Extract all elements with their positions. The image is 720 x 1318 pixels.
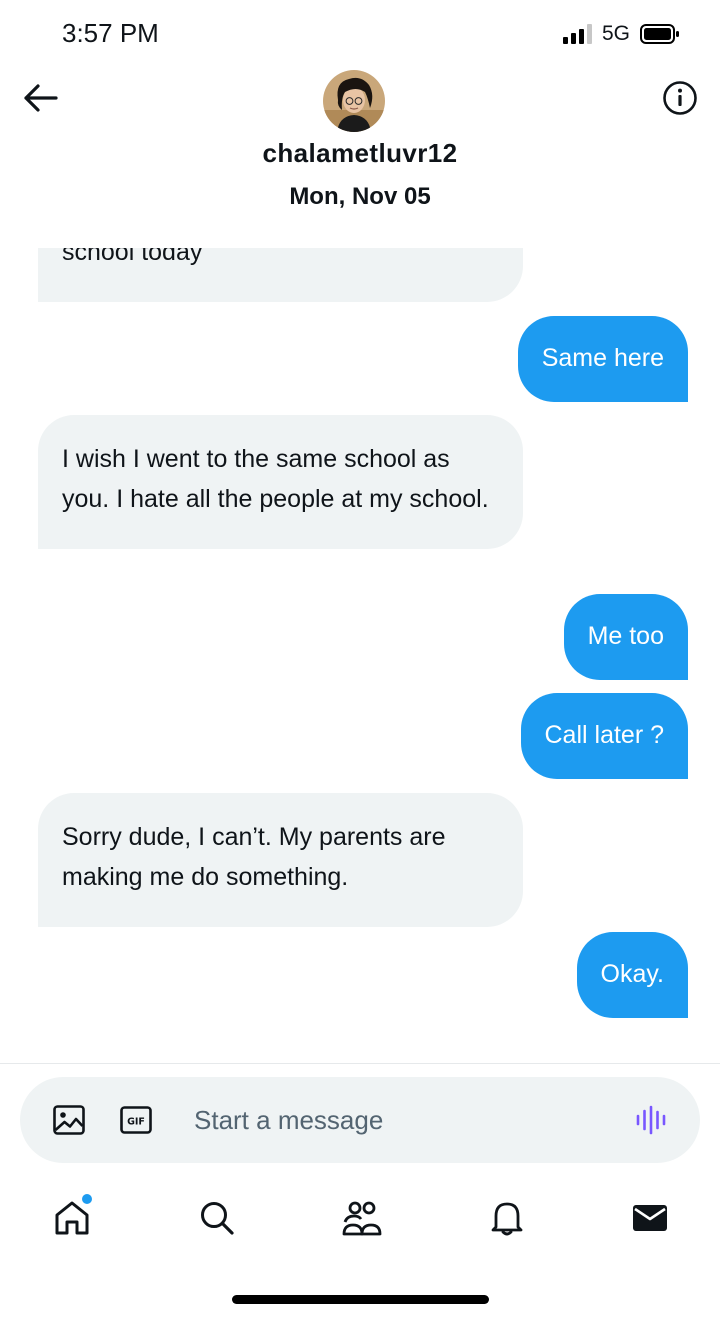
add-photo-button[interactable] [52,1103,86,1137]
conversation-info-button[interactable] [662,80,698,116]
arrow-left-icon [24,84,58,112]
profile-picture [323,70,385,132]
received-message-bubble[interactable]: I wish I went to the same school as you.… [38,415,523,549]
composer-divider [0,1063,720,1064]
message-list[interactable]: school today Same here I wish I went to … [0,248,720,1060]
status-indicators: 5G [562,22,680,46]
sent-message-bubble[interactable]: Call later ? [520,693,688,779]
notification-dot [82,1194,92,1204]
nav-search[interactable] [195,1196,239,1240]
message-text: Sorry dude, I can’t. My parents are maki… [62,823,446,891]
message-text: Same here [541,344,664,372]
search-icon [201,1202,234,1235]
communities-icon [342,1201,382,1236]
image-icon [53,1105,85,1135]
voice-message-button[interactable] [634,1103,668,1137]
message-input[interactable] [194,1097,594,1143]
back-button[interactable] [20,78,60,118]
bell-icon [491,1202,523,1236]
message-text: I wish I went to the same school as you.… [62,445,489,513]
avatar[interactable] [323,70,385,132]
received-message-bubble[interactable]: school today [38,248,523,302]
envelope-icon [633,1205,667,1231]
message-composer: GIF [20,1077,700,1163]
info-icon [663,81,697,115]
add-gif-button[interactable]: GIF [119,1103,153,1137]
nav-notifications[interactable] [485,1196,529,1240]
message-text: Call later ? [544,721,665,749]
sent-message-bubble[interactable]: Same here [517,316,688,402]
received-message-bubble[interactable]: Sorry dude, I can’t. My parents are maki… [38,793,523,927]
voice-waveform-icon [636,1105,666,1135]
dm-conversation-screen: 3:57 PM 5G chalametluvr12 Mon, Nov 05 sc… [0,0,720,1318]
message-text: school today [62,248,203,266]
gif-icon: GIF [120,1106,152,1134]
home-icon [55,1201,89,1235]
nav-home[interactable] [50,1194,94,1240]
gif-label: GIF [127,1117,145,1128]
conversation-date: Mon, Nov 05 [289,183,431,210]
sent-message-bubble[interactable]: Me too [563,594,688,680]
conversation-username[interactable]: chalametluvr12 [0,138,720,169]
message-text: Me too [587,622,664,650]
nav-communities[interactable] [340,1196,384,1240]
message-text: Okay. [600,960,664,988]
network-type: 5G [601,22,630,45]
status-time: 3:57 PM [62,18,159,48]
home-indicator[interactable] [232,1295,489,1304]
signal-icon [562,24,592,44]
nav-messages[interactable] [628,1196,672,1240]
sent-message-bubble[interactable]: Okay. [576,932,688,1018]
battery-icon [640,24,679,44]
